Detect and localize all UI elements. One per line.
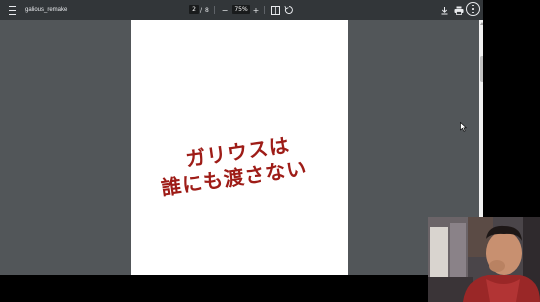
zoom-out-button[interactable]: − [220,4,230,16]
toolbar-divider [214,6,215,14]
rotate-icon[interactable] [284,5,294,15]
black-margin [483,0,540,217]
page-number-input[interactable]: 2 [189,5,199,14]
more-vert-icon[interactable] [466,2,480,16]
mouse-cursor [460,122,468,132]
pdf-viewer: galious_remake 2 / 8 − 75% + ガリウスは 誰にも渡さ [0,0,486,275]
fit-page-icon[interactable] [270,5,280,15]
toolbar: galious_remake 2 / 8 − 75% + [0,0,486,20]
menu-icon[interactable] [6,4,18,16]
rotated-text-block: ガリウスは 誰にも渡さない [160,130,309,199]
page-separator: / [200,6,203,14]
pdf-page: ガリウスは 誰にも渡さない [131,20,348,275]
print-icon[interactable] [454,5,464,15]
total-pages: 8 [205,6,209,14]
webcam-person-image [428,217,540,302]
toolbar-divider [264,6,265,14]
page-content: ガリウスは 誰にも渡さない [131,20,348,275]
download-icon[interactable] [439,5,449,15]
webcam-overlay [428,217,540,302]
zoom-in-button[interactable]: + [251,4,261,16]
zoom-level-input[interactable]: 75% [232,5,250,14]
document-title: galious_remake [25,7,68,13]
